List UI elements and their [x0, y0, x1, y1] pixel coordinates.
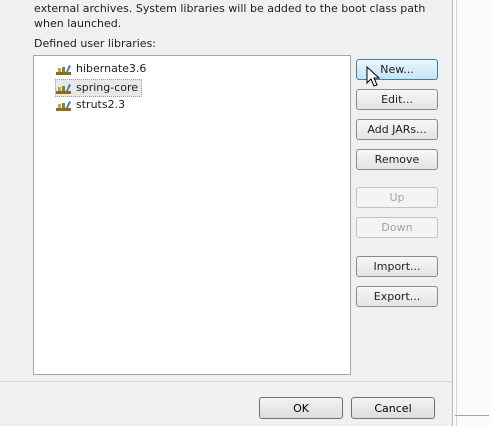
- user-libraries-dialog: external archives. System libraries will…: [0, 0, 452, 426]
- library-item[interactable]: hibernate3.6: [56, 61, 149, 77]
- panel-bottom-rule: [455, 415, 489, 422]
- user-libraries-list[interactable]: hibernate3.6 spring-core struts2.3: [33, 55, 351, 375]
- remove-button[interactable]: Remove: [356, 149, 438, 170]
- description-text: external archives. System libraries will…: [34, 2, 426, 30]
- library-name: spring-core: [76, 81, 139, 94]
- library-name: struts2.3: [76, 98, 126, 111]
- panel-divider: [456, 0, 457, 426]
- mouse-pointer-icon: [366, 66, 381, 87]
- description-clip: [0, 0, 452, 4]
- footer-divider: [0, 381, 452, 382]
- ok-button[interactable]: OK: [259, 397, 343, 419]
- library-name: hibernate3.6: [76, 62, 147, 75]
- library-item[interactable]: spring-core: [55, 79, 143, 97]
- add-jars-button[interactable]: Add JARs...: [356, 119, 438, 140]
- library-item[interactable]: struts2.3: [56, 97, 128, 113]
- defined-libraries-label: Defined user libraries:: [34, 37, 157, 50]
- down-button[interactable]: Down: [356, 217, 438, 238]
- jar-library-icon: [56, 83, 71, 94]
- jar-library-icon: [56, 64, 71, 75]
- up-button[interactable]: Up: [356, 187, 438, 208]
- jar-library-icon: [56, 100, 71, 111]
- import-button[interactable]: Import...: [356, 256, 438, 277]
- export-button[interactable]: Export...: [356, 286, 438, 307]
- background-window-edge: [452, 0, 491, 426]
- edit-button[interactable]: Edit...: [356, 89, 438, 110]
- cancel-button[interactable]: Cancel: [351, 397, 435, 419]
